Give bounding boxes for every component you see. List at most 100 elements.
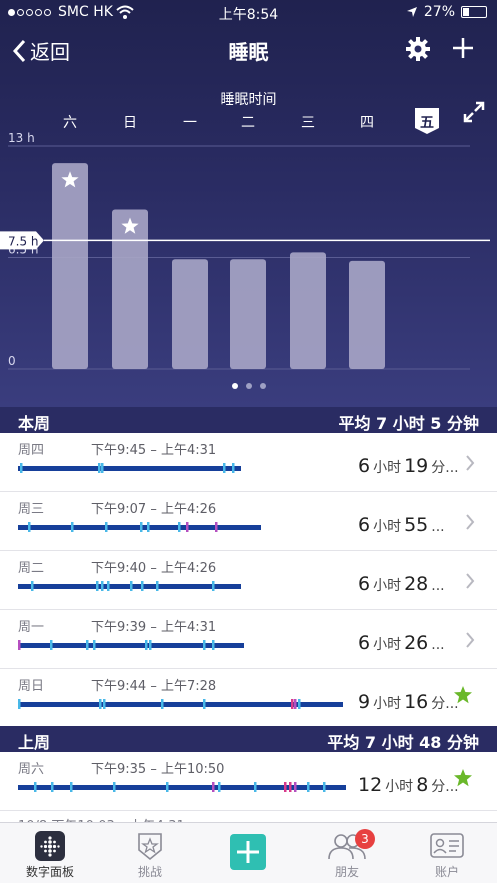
- day-label[interactable]: 四: [360, 115, 374, 131]
- row-duration: 6 小时 55...: [358, 514, 448, 536]
- duration-minutes: 19: [404, 455, 429, 477]
- duration-hours: 9: [358, 691, 371, 713]
- sleep-log-row[interactable]: 周四 下午9:45 – 上午4:31 6 小时 19 分...: [0, 433, 497, 492]
- tab-account-label: 账户: [434, 865, 459, 879]
- restless-mark: [86, 640, 89, 650]
- restless-mark: [71, 522, 74, 532]
- sleep-log-row[interactable]: 周日 下午9:44 – 上午7:28 9 小时 16 分...: [0, 669, 497, 728]
- sleep-timeline-bar: [18, 581, 241, 591]
- last-week-average: 平均 7 小时 48 分钟: [327, 733, 479, 752]
- sleep-bar[interactable]: [230, 259, 266, 369]
- tab-friends[interactable]: 3 朋友: [297, 823, 397, 883]
- restless-mark: [34, 782, 37, 792]
- row-duration: 9 小时 16 分...: [358, 691, 462, 713]
- restless-mark: [101, 581, 104, 591]
- row-day: 周一: [18, 620, 45, 635]
- page-dot[interactable]: [245, 383, 252, 389]
- row-day: 周三: [18, 502, 45, 517]
- tab-challenges-label: 挑战: [137, 865, 162, 879]
- chevron-right-icon[interactable]: [465, 573, 475, 589]
- day-label[interactable]: 三: [301, 115, 315, 131]
- restless-mark: [101, 463, 104, 473]
- duration-hours: 6: [358, 573, 371, 595]
- restless-mark: [51, 782, 54, 792]
- duration-hours-unit: 小时: [373, 637, 402, 653]
- restless-mark: [178, 522, 181, 532]
- duration-hours-unit: 小时: [373, 578, 402, 594]
- restless-mark: [323, 782, 326, 792]
- restless-mark: [186, 522, 189, 532]
- sleep-log-row[interactable]: 周二 下午9:40 – 上午4:26 6 小时 28...: [0, 551, 497, 610]
- restless-mark: [18, 699, 21, 709]
- tab-add-log[interactable]: [198, 823, 298, 883]
- chevron-right-icon[interactable]: [465, 514, 475, 530]
- day-label[interactable]: 六: [63, 115, 77, 131]
- tab-friends-label: 朋友: [334, 865, 359, 879]
- duration-minutes-unit: ...: [431, 519, 445, 535]
- duration-minutes: 8: [416, 774, 429, 796]
- row-duration: 6 小时 19 分...: [358, 455, 462, 477]
- day-label[interactable]: 五: [420, 115, 434, 131]
- day-label[interactable]: 二: [241, 115, 255, 131]
- dashboard-icon: [35, 831, 65, 861]
- duration-hours: 6: [358, 632, 371, 654]
- page-dot[interactable]: [231, 383, 238, 389]
- tab-account[interactable]: 账户: [397, 823, 497, 883]
- goal-met-star-icon: [454, 769, 472, 787]
- sleep-log-row[interactable]: 周一 下午9:39 – 上午4:31 6 小时 26...: [0, 610, 497, 669]
- sleep-bar[interactable]: [52, 163, 88, 369]
- day-label[interactable]: 日: [123, 115, 137, 131]
- duration-minutes-unit: ...: [431, 637, 445, 653]
- row-time-range: 下午9:45 – 上午4:31: [91, 443, 217, 458]
- restless-mark: [31, 581, 34, 591]
- sleep-bar[interactable]: [290, 252, 326, 369]
- duration-minutes: 28: [404, 573, 429, 595]
- sleep-hero-panel: SMC HK 上午8:54 27% 返回 睡眠 睡眠时间 13 h 6.5 h …: [0, 0, 497, 407]
- last-week-header: 上周 平均 7 小时 48 分钟: [0, 726, 497, 752]
- restless-mark: [307, 782, 310, 792]
- chevron-right-icon[interactable]: [465, 455, 475, 471]
- add-icon[interactable]: [451, 36, 475, 60]
- chevron-right-icon[interactable]: [465, 632, 475, 648]
- restless-mark: [291, 699, 294, 709]
- restless-mark: [140, 522, 143, 532]
- restless-mark: [254, 782, 257, 792]
- restless-mark: [107, 581, 110, 591]
- sleep-timeline-bar: [18, 640, 244, 650]
- day-label[interactable]: 一: [183, 115, 197, 131]
- sleep-log-row[interactable]: 周六 下午9:35 – 上午10:50 12 小时 8 分...: [0, 752, 497, 811]
- restless-mark: [203, 699, 206, 709]
- sleep-bar[interactable]: [172, 259, 208, 369]
- restless-mark: [50, 640, 53, 650]
- row-time-range: 下午9:44 – 上午7:28: [91, 679, 217, 694]
- sleep-timeline-bar: [18, 463, 241, 473]
- row-time-range: 下午9:35 – 上午10:50: [91, 762, 225, 777]
- restless-mark: [156, 581, 159, 591]
- restless-mark: [105, 522, 108, 532]
- duration-hours: 12: [358, 774, 383, 796]
- tab-challenges[interactable]: 挑战: [100, 823, 200, 883]
- last-week-label: 上周: [18, 733, 51, 752]
- battery-icon: [461, 6, 487, 18]
- restless-mark: [145, 640, 148, 650]
- restless-mark: [20, 463, 23, 473]
- friends-notification-badge: 3: [355, 829, 375, 849]
- gear-icon[interactable]: [405, 36, 431, 62]
- sleep-bar[interactable]: [112, 209, 148, 369]
- sleep-log-row[interactable]: 周三 下午9:07 – 上午4:26 6 小时 55...: [0, 492, 497, 551]
- restless-mark: [161, 699, 164, 709]
- page-indicator[interactable]: [0, 383, 497, 389]
- restless-mark: [28, 522, 31, 532]
- restless-mark: [218, 782, 221, 792]
- restless-mark: [147, 522, 150, 532]
- restless-mark: [70, 782, 73, 792]
- row-day: 周日: [18, 679, 45, 694]
- restless-mark: [203, 640, 206, 650]
- tab-dashboard[interactable]: 数字面板: [0, 823, 100, 883]
- page-dot[interactable]: [259, 383, 266, 389]
- duration-hours-unit: 小时: [373, 519, 402, 535]
- y-tick-label: 13 h: [8, 131, 35, 145]
- sleep-bar[interactable]: [349, 260, 385, 369]
- restless-mark: [130, 581, 133, 591]
- this-week-header: 本周 平均 7 小时 5 分钟: [0, 407, 497, 433]
